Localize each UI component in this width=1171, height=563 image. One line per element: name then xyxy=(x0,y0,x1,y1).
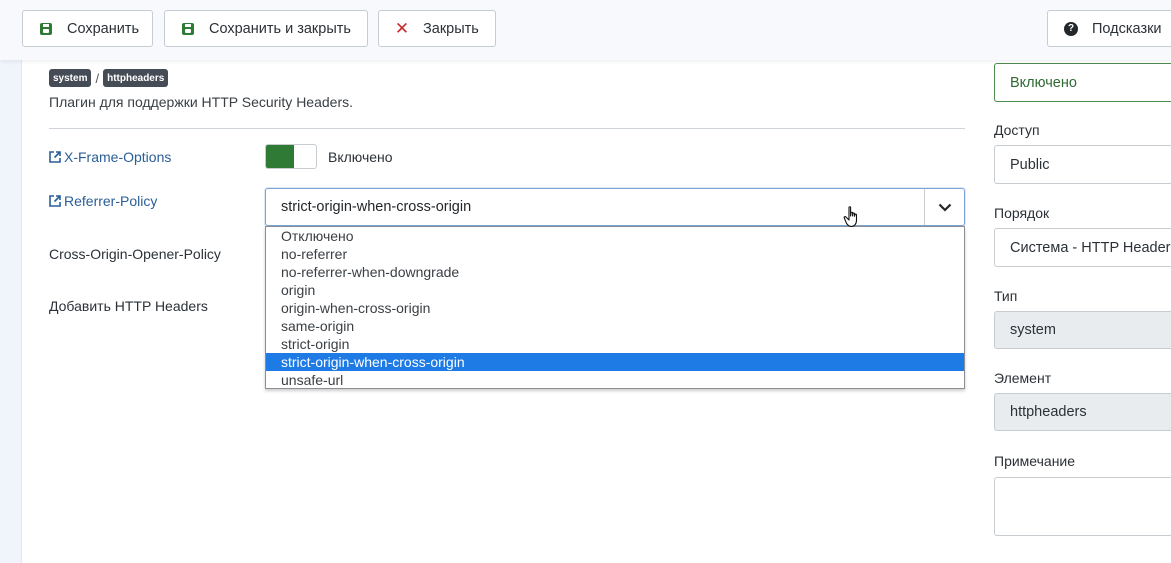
left-gutter xyxy=(0,0,22,563)
dropdown-option[interactable]: origin-when-cross-origin xyxy=(266,299,964,317)
dropdown-option[interactable]: strict-origin-when-cross-origin xyxy=(266,353,964,371)
type-field: system xyxy=(994,311,1171,349)
type-label: Тип xyxy=(994,288,1018,304)
type-value: system xyxy=(1010,322,1056,338)
referrer-policy-dropdown: Отключено no-referrer no-referrer-when-dow… xyxy=(265,226,965,389)
add-http-headers-label: Добавить HTTP Headers xyxy=(49,298,208,314)
element-value: httpheaders xyxy=(1010,404,1087,420)
divider xyxy=(49,128,965,129)
element-badge: httpheaders xyxy=(103,69,169,87)
xframe-options-toggle[interactable] xyxy=(265,144,317,169)
save-button[interactable]: Сохранить xyxy=(22,10,153,47)
plugin-badges: system / httpheaders xyxy=(49,69,169,87)
access-value: Public xyxy=(1010,156,1050,173)
note-textarea[interactable] xyxy=(994,477,1171,536)
access-label: Доступ xyxy=(994,122,1040,138)
x-icon: ✕ xyxy=(394,18,410,38)
order-value: Система - HTTP Headers xyxy=(1010,239,1171,256)
referrer-policy-selected-value: strict-origin-when-cross-origin xyxy=(281,199,472,215)
xframe-options-toggle-text: Включено xyxy=(328,149,393,165)
access-select[interactable]: Public xyxy=(994,145,1171,184)
help-button[interactable]: ? Подсказки xyxy=(1047,10,1171,47)
save-and-close-button-label: Сохранить и закрыть xyxy=(209,20,351,37)
element-label: Элемент xyxy=(994,370,1052,386)
plugin-description: Плагин для поддержки HTTP Security Heade… xyxy=(49,94,354,110)
external-link-icon xyxy=(49,151,61,163)
external-link-icon xyxy=(49,195,61,207)
badge-separator: / xyxy=(95,70,100,86)
dropdown-option[interactable]: origin xyxy=(266,281,964,299)
floppy-disk-icon xyxy=(181,22,195,36)
note-label: Примечание xyxy=(994,453,1076,469)
folder-badge: system xyxy=(49,69,92,87)
close-button-label: Закрыть xyxy=(423,20,479,37)
toolbar: Сохранить Сохранить и закрыть ✕ Закрыть … xyxy=(0,0,1171,60)
dropdown-option[interactable]: no-referrer xyxy=(266,245,964,263)
referrer-policy-label-text: Referrer-Policy xyxy=(64,193,158,209)
dropdown-option[interactable]: Отключено xyxy=(266,227,964,245)
xframe-options-label-text: X-Frame-Options xyxy=(64,149,172,165)
toggle-on-indicator xyxy=(266,145,294,168)
status-value: Включено xyxy=(1010,74,1077,91)
floppy-disk-icon xyxy=(39,22,53,36)
coop-label: Cross-Origin-Opener-Policy xyxy=(49,246,221,262)
dropdown-option[interactable]: no-referrer-when-downgrade xyxy=(266,263,964,281)
dropdown-option[interactable]: strict-origin xyxy=(266,335,964,353)
save-and-close-button[interactable]: Сохранить и закрыть xyxy=(164,10,368,47)
xframe-options-label[interactable]: X-Frame-Options xyxy=(49,149,171,165)
order-label: Порядок xyxy=(994,205,1050,221)
referrer-policy-label[interactable]: Referrer-Policy xyxy=(49,193,157,209)
question-circle-icon: ? xyxy=(1064,21,1078,36)
save-button-label: Сохранить xyxy=(67,20,140,37)
order-select[interactable]: Система - HTTP Headers xyxy=(994,228,1171,267)
chevron-down-icon[interactable] xyxy=(924,189,964,225)
close-button[interactable]: ✕ Закрыть xyxy=(378,10,496,47)
help-button-label: Подсказки xyxy=(1092,20,1162,37)
element-field: httpheaders xyxy=(994,393,1171,431)
dropdown-option[interactable]: unsafe-url xyxy=(266,371,964,389)
status-field[interactable]: Включено xyxy=(994,63,1171,102)
dropdown-option[interactable]: same-origin xyxy=(266,317,964,335)
hand-pointer-icon xyxy=(843,205,863,229)
